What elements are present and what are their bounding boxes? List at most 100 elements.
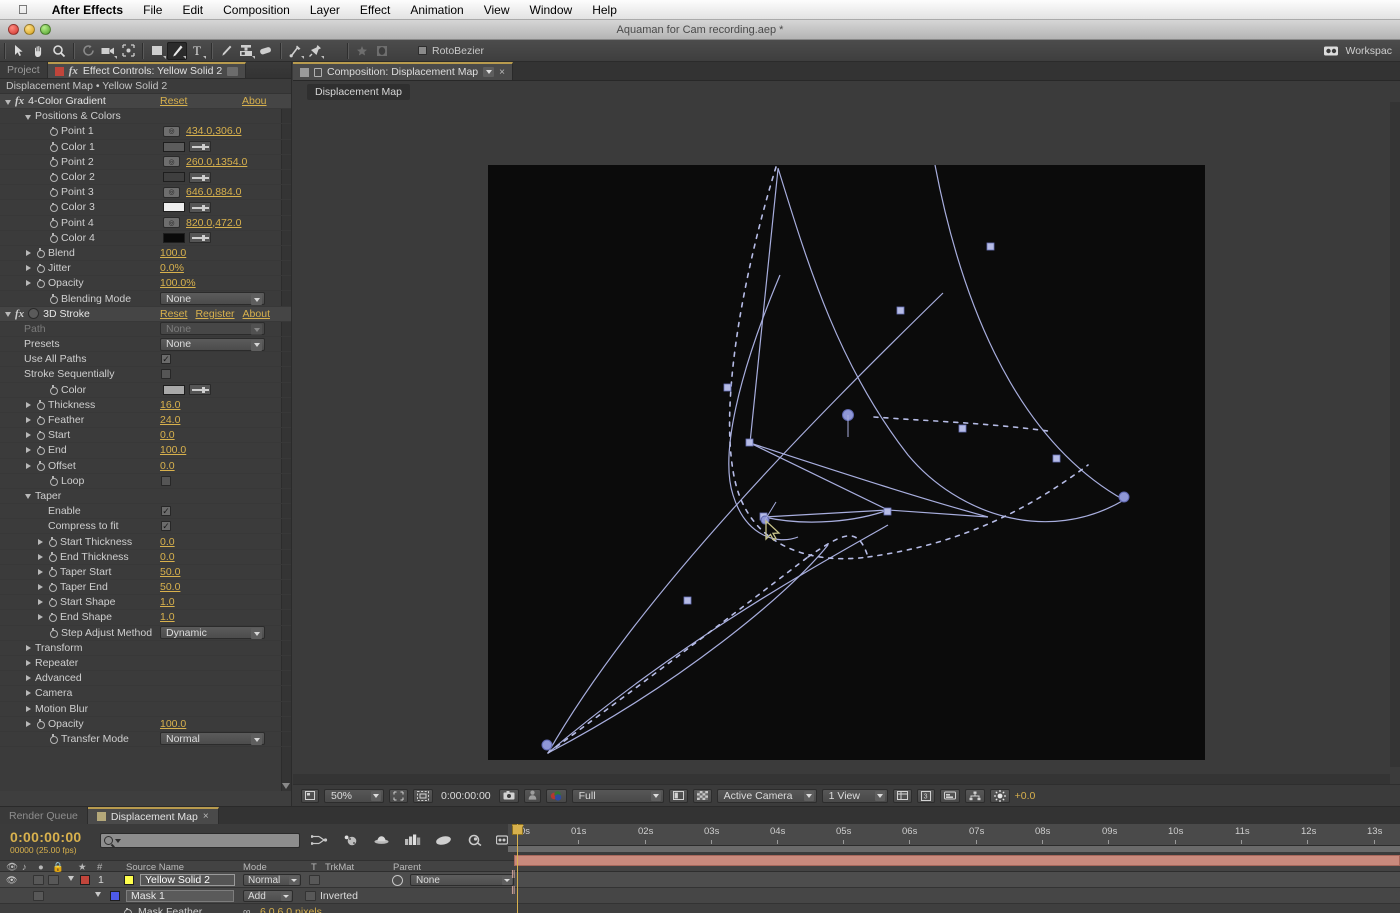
property-color-4[interactable]: Color 4 <box>0 231 291 246</box>
twirl-icon[interactable] <box>4 309 13 318</box>
stopwatch-icon[interactable] <box>48 126 58 137</box>
compress-to-fit-checkbox[interactable]: ✓ <box>161 521 171 532</box>
mask-icon[interactable] <box>372 42 392 60</box>
property-point-3[interactable]: Point 3 ◎ 646.0,884.0 <box>0 185 291 201</box>
camera-icon[interactable] <box>98 42 118 60</box>
comp-horizontal-scrollbar[interactable] <box>293 774 1390 784</box>
stopwatch-icon[interactable] <box>48 233 58 243</box>
property-group-advanced[interactable]: Advanced <box>0 671 291 687</box>
property-value[interactable]: 100.0 <box>160 444 186 456</box>
twirl-icon[interactable] <box>36 583 45 592</box>
property-color-3[interactable]: Color 3 <box>0 200 291 216</box>
eyedropper-icon[interactable] <box>189 232 211 244</box>
property-thickness[interactable]: Thickness 16.0 <box>0 398 291 413</box>
twirl-icon[interactable] <box>68 876 74 881</box>
property-end-shape[interactable]: End Shape 1.0 <box>0 610 291 626</box>
eyedropper-icon[interactable] <box>189 141 211 153</box>
3d-view-icon[interactable]: 3 <box>916 788 935 803</box>
twirl-icon[interactable] <box>24 461 33 470</box>
layer-track-row[interactable] <box>508 852 1400 868</box>
rotobezier-checkbox[interactable] <box>418 46 427 55</box>
stopwatch-icon[interactable] <box>47 597 57 608</box>
composition-renderer-icon[interactable] <box>372 831 390 849</box>
always-preview-icon[interactable] <box>301 788 319 803</box>
menu-item-view[interactable]: View <box>474 3 520 17</box>
property-color-2[interactable]: Color 2 <box>0 170 291 186</box>
layer-mode-dropdown[interactable]: Normal <box>243 874 301 886</box>
current-time-indicator[interactable] <box>512 824 523 913</box>
property-feather[interactable]: Feather 24.0 <box>0 413 291 429</box>
twirl-icon[interactable] <box>24 416 33 425</box>
layer-visibility-icon[interactable]: 👁 <box>6 875 18 885</box>
menu-item-after-effects[interactable]: After Effects <box>42 3 133 17</box>
property-color-1[interactable]: Color 1 <box>0 140 291 155</box>
rgb-icon[interactable] <box>545 788 567 803</box>
composition-canvas[interactable] <box>488 165 1205 760</box>
twirl-icon[interactable] <box>24 659 33 668</box>
transparency-grid-icon[interactable] <box>692 788 712 803</box>
stamp-icon[interactable] <box>236 42 256 60</box>
twirl-icon[interactable] <box>24 689 33 698</box>
color-swatch[interactable] <box>163 384 185 395</box>
property-value[interactable]: 24.0 <box>160 414 180 426</box>
channel-icon[interactable] <box>523 788 541 803</box>
property-step-adjust-method[interactable]: Step Adjust Method Dynamic <box>0 626 291 641</box>
zoom-button[interactable] <box>40 24 51 35</box>
color-swatch[interactable] <box>163 141 185 152</box>
property-loop[interactable]: Loop <box>0 474 291 489</box>
mask-mode-dropdown[interactable]: Add <box>243 890 293 902</box>
star-icon[interactable] <box>352 42 372 60</box>
property-start-shape[interactable]: Start Shape 1.0 <box>0 595 291 611</box>
property-value[interactable]: 100.0 <box>160 718 186 730</box>
search-input[interactable] <box>100 833 300 848</box>
close-icon[interactable]: × <box>499 67 505 78</box>
region-of-interest-icon[interactable] <box>389 788 408 803</box>
selection-arrow-icon[interactable] <box>9 42 29 60</box>
chevron-down-icon[interactable] <box>483 67 495 77</box>
property-value[interactable]: 50.0 <box>160 581 180 593</box>
reset-exposure-icon[interactable] <box>989 788 1010 803</box>
timeline-icon[interactable] <box>939 788 960 803</box>
comp-vertical-scrollbar[interactable] <box>1390 102 1400 767</box>
stopwatch-icon[interactable] <box>47 567 57 577</box>
effect-reset-link[interactable]: Reset <box>160 308 187 320</box>
property-end-thickness[interactable]: End Thickness 0.0 <box>0 550 291 565</box>
panel-menu-icon[interactable] <box>227 66 239 76</box>
transfer-mode-dropdown[interactable]: Normal <box>160 732 265 746</box>
twirl-icon[interactable] <box>24 704 33 713</box>
trkmat-toggle[interactable] <box>309 875 320 885</box>
twirl-icon[interactable] <box>95 892 101 897</box>
stopwatch-icon[interactable] <box>35 400 45 410</box>
menu-item-file[interactable]: File <box>133 3 172 17</box>
property-stroke-sequentially[interactable]: Stroke Sequentially <box>0 367 291 383</box>
zoom-level-dropdown[interactable]: 50% <box>324 788 384 803</box>
color-swatch[interactable] <box>163 232 185 243</box>
twirl-icon[interactable] <box>24 719 33 728</box>
exposure-value[interactable]: +0.0 <box>1015 790 1036 802</box>
stopwatch-icon[interactable] <box>48 202 58 213</box>
apple-icon[interactable]:  <box>0 3 42 16</box>
close-icon[interactable]: × <box>203 811 209 822</box>
region-preview-icon[interactable] <box>668 788 688 803</box>
twirl-icon[interactable] <box>24 264 33 273</box>
effect-register-link[interactable]: Register <box>195 308 234 320</box>
chevron-down-icon[interactable] <box>115 838 121 843</box>
stopwatch-icon[interactable] <box>48 294 58 304</box>
property-group-positions-colors[interactable]: Positions & Colors <box>0 109 291 125</box>
stopwatch-icon[interactable] <box>48 734 58 744</box>
property-value[interactable]: 0.0 <box>160 460 175 472</box>
mask-feather-track-row[interactable]: ‖ <box>508 884 1400 900</box>
inverted-checkbox[interactable] <box>305 891 316 901</box>
eyedropper-icon[interactable] <box>189 171 211 183</box>
property-transfer-mode[interactable]: Transfer Mode Normal <box>0 732 291 748</box>
twirl-icon[interactable] <box>24 279 33 288</box>
window-controls[interactable] <box>0 24 51 35</box>
property-value[interactable]: 0.0 <box>160 536 175 548</box>
twirl-icon[interactable] <box>36 552 45 561</box>
stopwatch-icon[interactable] <box>48 142 58 152</box>
rectangle-icon[interactable] <box>147 42 167 60</box>
mask-visibility-icon[interactable] <box>413 788 433 803</box>
property-taper-start[interactable]: Taper Start 50.0 <box>0 565 291 580</box>
property-group-repeater[interactable]: Repeater <box>0 656 291 672</box>
twirl-icon[interactable] <box>24 400 33 409</box>
